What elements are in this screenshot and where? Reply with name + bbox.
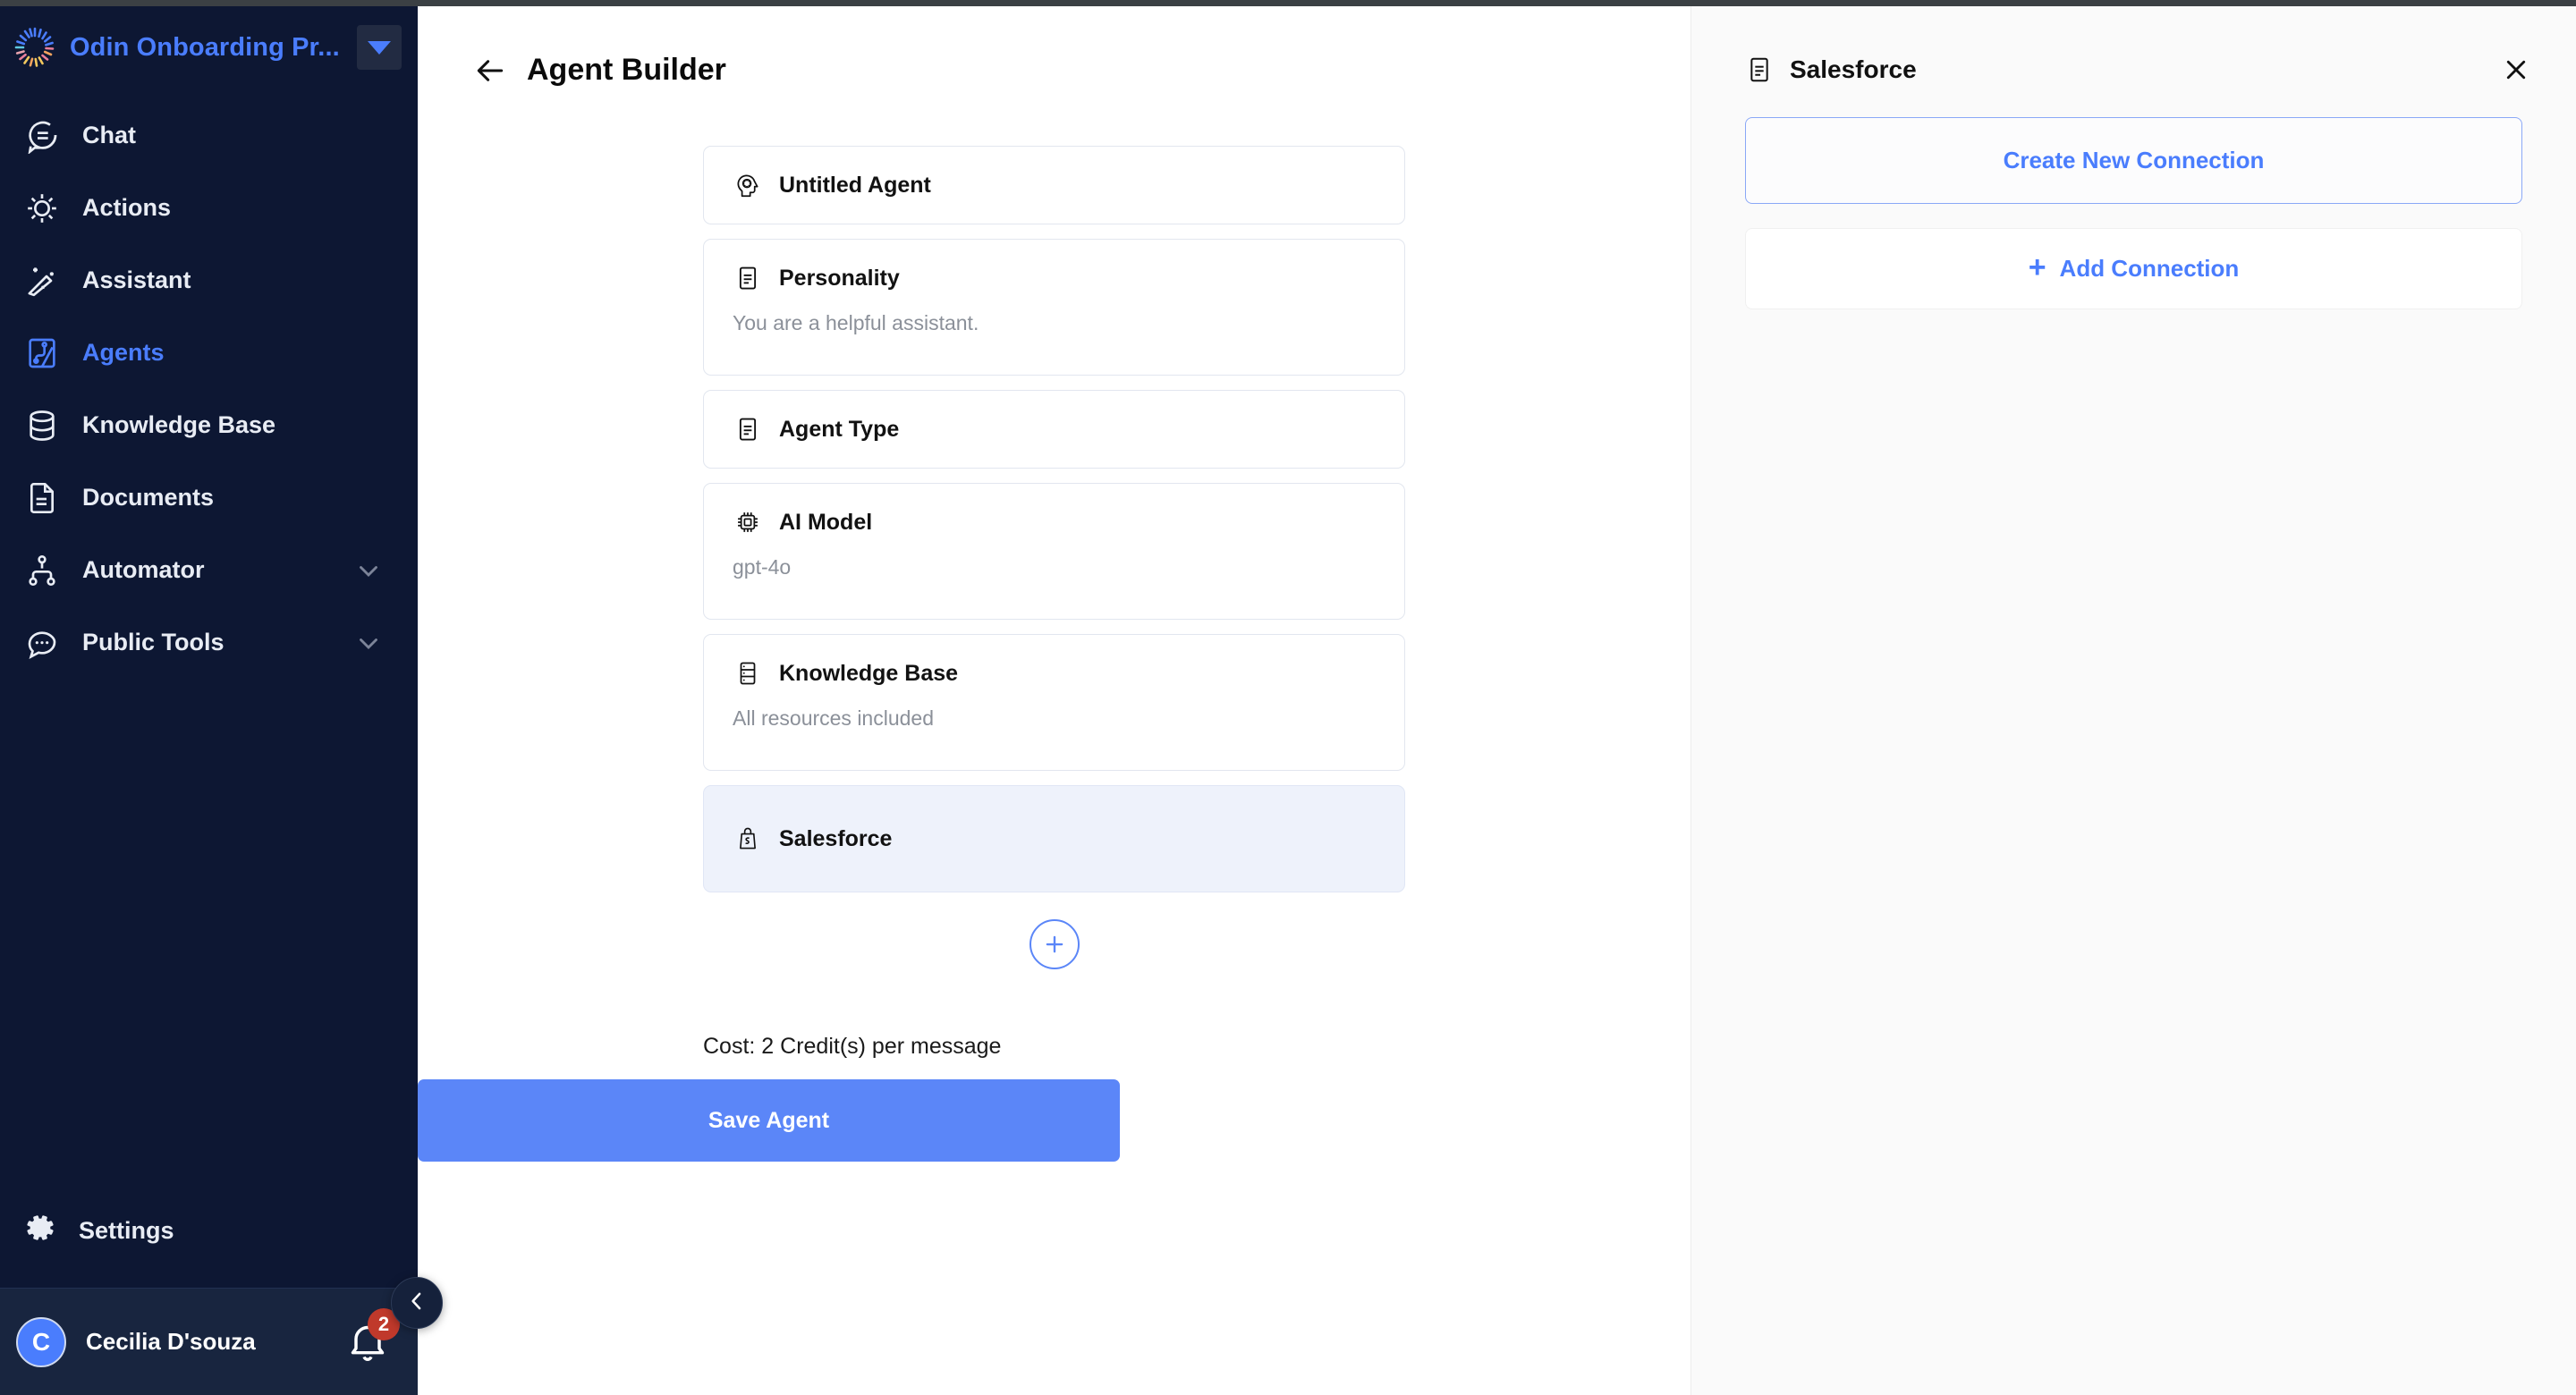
workspace-caret-down-icon[interactable] bbox=[357, 25, 402, 70]
chat-bubble-icon bbox=[23, 117, 61, 155]
sidebar-item-knowledge-base[interactable]: Knowledge Base bbox=[0, 389, 418, 461]
agents-node-icon bbox=[23, 334, 61, 372]
user-name: Cecilia D'souza bbox=[86, 1328, 256, 1355]
sidebar-item-label: Actions bbox=[82, 194, 172, 221]
sidebar-item-settings[interactable]: Settings bbox=[0, 1195, 418, 1266]
burst-logo-icon bbox=[13, 25, 57, 70]
card-subtitle: You are a helpful assistant. bbox=[733, 311, 979, 334]
sidebar: Odin Onboarding Pr... Chat Actions Assis… bbox=[0, 6, 418, 1395]
ai-chip-icon bbox=[733, 507, 763, 537]
chat-dots-icon bbox=[23, 624, 61, 662]
user-profile[interactable]: C Cecilia D'souza 2 bbox=[0, 1288, 418, 1395]
card-title: Agent Type bbox=[779, 416, 900, 442]
sidebar-item-assistant[interactable]: Assistant bbox=[0, 244, 418, 317]
card-title: AI Model bbox=[779, 509, 873, 535]
panel-title: Salesforce bbox=[1790, 55, 1917, 83]
sitemap-icon bbox=[23, 552, 61, 589]
card-title: Untitled Agent bbox=[779, 172, 931, 198]
gear-icon bbox=[23, 1211, 57, 1251]
sidebar-item-label: Agents bbox=[82, 339, 165, 366]
notifications-button[interactable]: 2 bbox=[344, 1307, 400, 1365]
page-title: Agent Builder bbox=[527, 53, 726, 87]
magic-wand-icon bbox=[23, 262, 61, 300]
panel-header: Salesforce bbox=[1691, 6, 2576, 87]
app-root: Odin Onboarding Pr... Chat Actions Assis… bbox=[0, 0, 2576, 1395]
plus-icon: + bbox=[2028, 250, 2046, 284]
sidebar-item-label: Knowledge Base bbox=[82, 411, 276, 438]
sun-gear-icon bbox=[23, 190, 61, 227]
arrow-left-icon[interactable] bbox=[473, 54, 507, 88]
sidebar-item-public-tools[interactable]: Public Tools bbox=[0, 606, 418, 679]
cost-text: Cost: 2 Credit(s) per message bbox=[703, 1034, 1002, 1059]
card-personality[interactable]: Personality You are a helpful assistant. bbox=[703, 239, 1405, 376]
sidebar-item-label: Automator bbox=[82, 556, 205, 583]
save-agent-button[interactable]: Save Agent bbox=[418, 1079, 1120, 1162]
card-title: Knowledge Base bbox=[779, 660, 959, 686]
panel-body: Create New Connection + Add Connection bbox=[1691, 87, 2576, 309]
sidebar-item-label: Chat bbox=[82, 122, 136, 148]
create-new-connection-button[interactable]: Create New Connection bbox=[1745, 117, 2522, 204]
sidebar-item-documents[interactable]: Documents bbox=[0, 461, 418, 534]
salesforce-panel: Salesforce Create New Connection + Add C… bbox=[1690, 6, 2576, 1395]
chevron-left-icon bbox=[403, 1288, 430, 1319]
sidebar-item-label: Documents bbox=[82, 484, 215, 511]
workspace-switcher[interactable]: Odin Onboarding Pr... bbox=[0, 6, 418, 89]
list-card-icon bbox=[1745, 55, 1774, 84]
close-icon[interactable] bbox=[2499, 53, 2533, 87]
sidebar-item-actions[interactable]: Actions bbox=[0, 172, 418, 244]
main-content: Agent Builder Untitled Agent Personality… bbox=[418, 6, 1690, 1395]
card-subtitle: gpt-4o bbox=[733, 555, 792, 579]
card-title: Salesforce bbox=[779, 825, 893, 851]
list-card-icon bbox=[733, 414, 763, 444]
add-connection-button[interactable]: + Add Connection bbox=[1745, 228, 2522, 309]
card-title: Personality bbox=[779, 265, 900, 291]
database-card-icon bbox=[733, 658, 763, 689]
sidebar-item-agents[interactable]: Agents bbox=[0, 317, 418, 389]
sidebar-item-label: Assistant bbox=[82, 266, 191, 293]
sidebar-item-automator[interactable]: Automator bbox=[0, 534, 418, 606]
chevron-down-icon[interactable] bbox=[353, 555, 384, 586]
list-card-icon bbox=[733, 263, 763, 293]
sidebar-item-chat[interactable]: Chat bbox=[0, 99, 418, 172]
card-agent-type[interactable]: Agent Type bbox=[703, 390, 1405, 469]
card-ai-model[interactable]: AI Model gpt-4o bbox=[703, 483, 1405, 620]
card-salesforce[interactable]: Salesforce bbox=[703, 785, 1405, 892]
document-icon bbox=[23, 479, 61, 517]
agent-head-icon bbox=[733, 170, 763, 200]
sidebar-nav: Chat Actions Assistant Agents Knowledge … bbox=[0, 99, 418, 679]
add-connection-label: Add Connection bbox=[2059, 255, 2240, 282]
sidebar-item-label: Public Tools bbox=[82, 629, 225, 655]
window-top-strip bbox=[0, 0, 2576, 6]
chevron-down-icon[interactable] bbox=[353, 628, 384, 658]
add-block-row bbox=[703, 919, 1405, 969]
workspace-name: Odin Onboarding Pr... bbox=[70, 32, 340, 62]
sidebar-collapse-button[interactable] bbox=[391, 1277, 443, 1329]
salesforce-bag-icon bbox=[733, 824, 763, 854]
database-icon bbox=[23, 407, 61, 444]
avatar: C bbox=[16, 1316, 66, 1367]
card-untitled-agent[interactable]: Untitled Agent bbox=[703, 146, 1405, 224]
settings-label: Settings bbox=[79, 1216, 174, 1244]
agent-config-cards: Untitled Agent Personality You are a hel… bbox=[703, 146, 1405, 969]
create-new-connection-label: Create New Connection bbox=[2003, 147, 2265, 173]
card-subtitle: All resources included bbox=[733, 706, 935, 730]
page-header: Agent Builder bbox=[418, 6, 1690, 88]
plus-circle-icon[interactable] bbox=[1029, 919, 1080, 969]
card-knowledge-base[interactable]: Knowledge Base All resources included bbox=[703, 634, 1405, 771]
